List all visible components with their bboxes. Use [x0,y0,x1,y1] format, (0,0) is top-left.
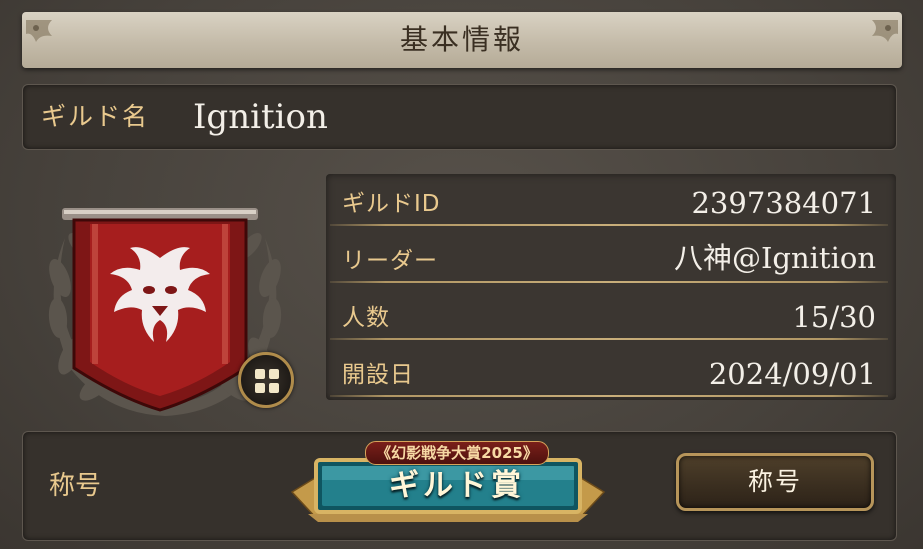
detail-value: 2397384071 [691,186,876,220]
detail-row-guild-id: ギルドID 2397384071 [326,170,892,226]
title-button[interactable]: 称号 [676,453,874,511]
grid-icon-cell [269,369,279,379]
detail-label: 開設日 [342,362,414,388]
row-divider [330,338,888,340]
detail-row-members: 人数 15/30 [326,284,892,340]
detail-row-leader: リーダー 八神@Ignition [326,227,892,283]
detail-label: ギルドID [342,191,441,217]
title-label: 称号 [49,471,102,501]
section-header: 基本情報 [22,12,902,68]
detail-value: 15/30 [792,300,876,334]
row-divider [330,395,888,397]
detail-value: 2024/09/01 [708,357,876,391]
award-name: ギルド賞 [389,468,525,503]
row-divider [330,224,888,226]
detail-label: 人数 [342,305,390,331]
detail-label: リーダー [342,248,438,274]
ornament-right-icon [872,20,898,42]
guild-name-value: Ignition [193,97,328,137]
row-divider [330,281,888,283]
grid-icon [255,369,265,379]
detail-value: 八神@Ignition [673,241,876,275]
grid-icon-cell [255,383,265,393]
grid-icon-cell [269,383,279,393]
emblem-grid-button[interactable] [238,352,294,408]
guild-name-label: ギルド名 [41,102,150,131]
guild-name-bar: ギルド名 Ignition [22,84,897,150]
page-title: 基本情報 [399,23,524,56]
detail-row-founded: 開設日 2024/09/01 [326,341,892,397]
